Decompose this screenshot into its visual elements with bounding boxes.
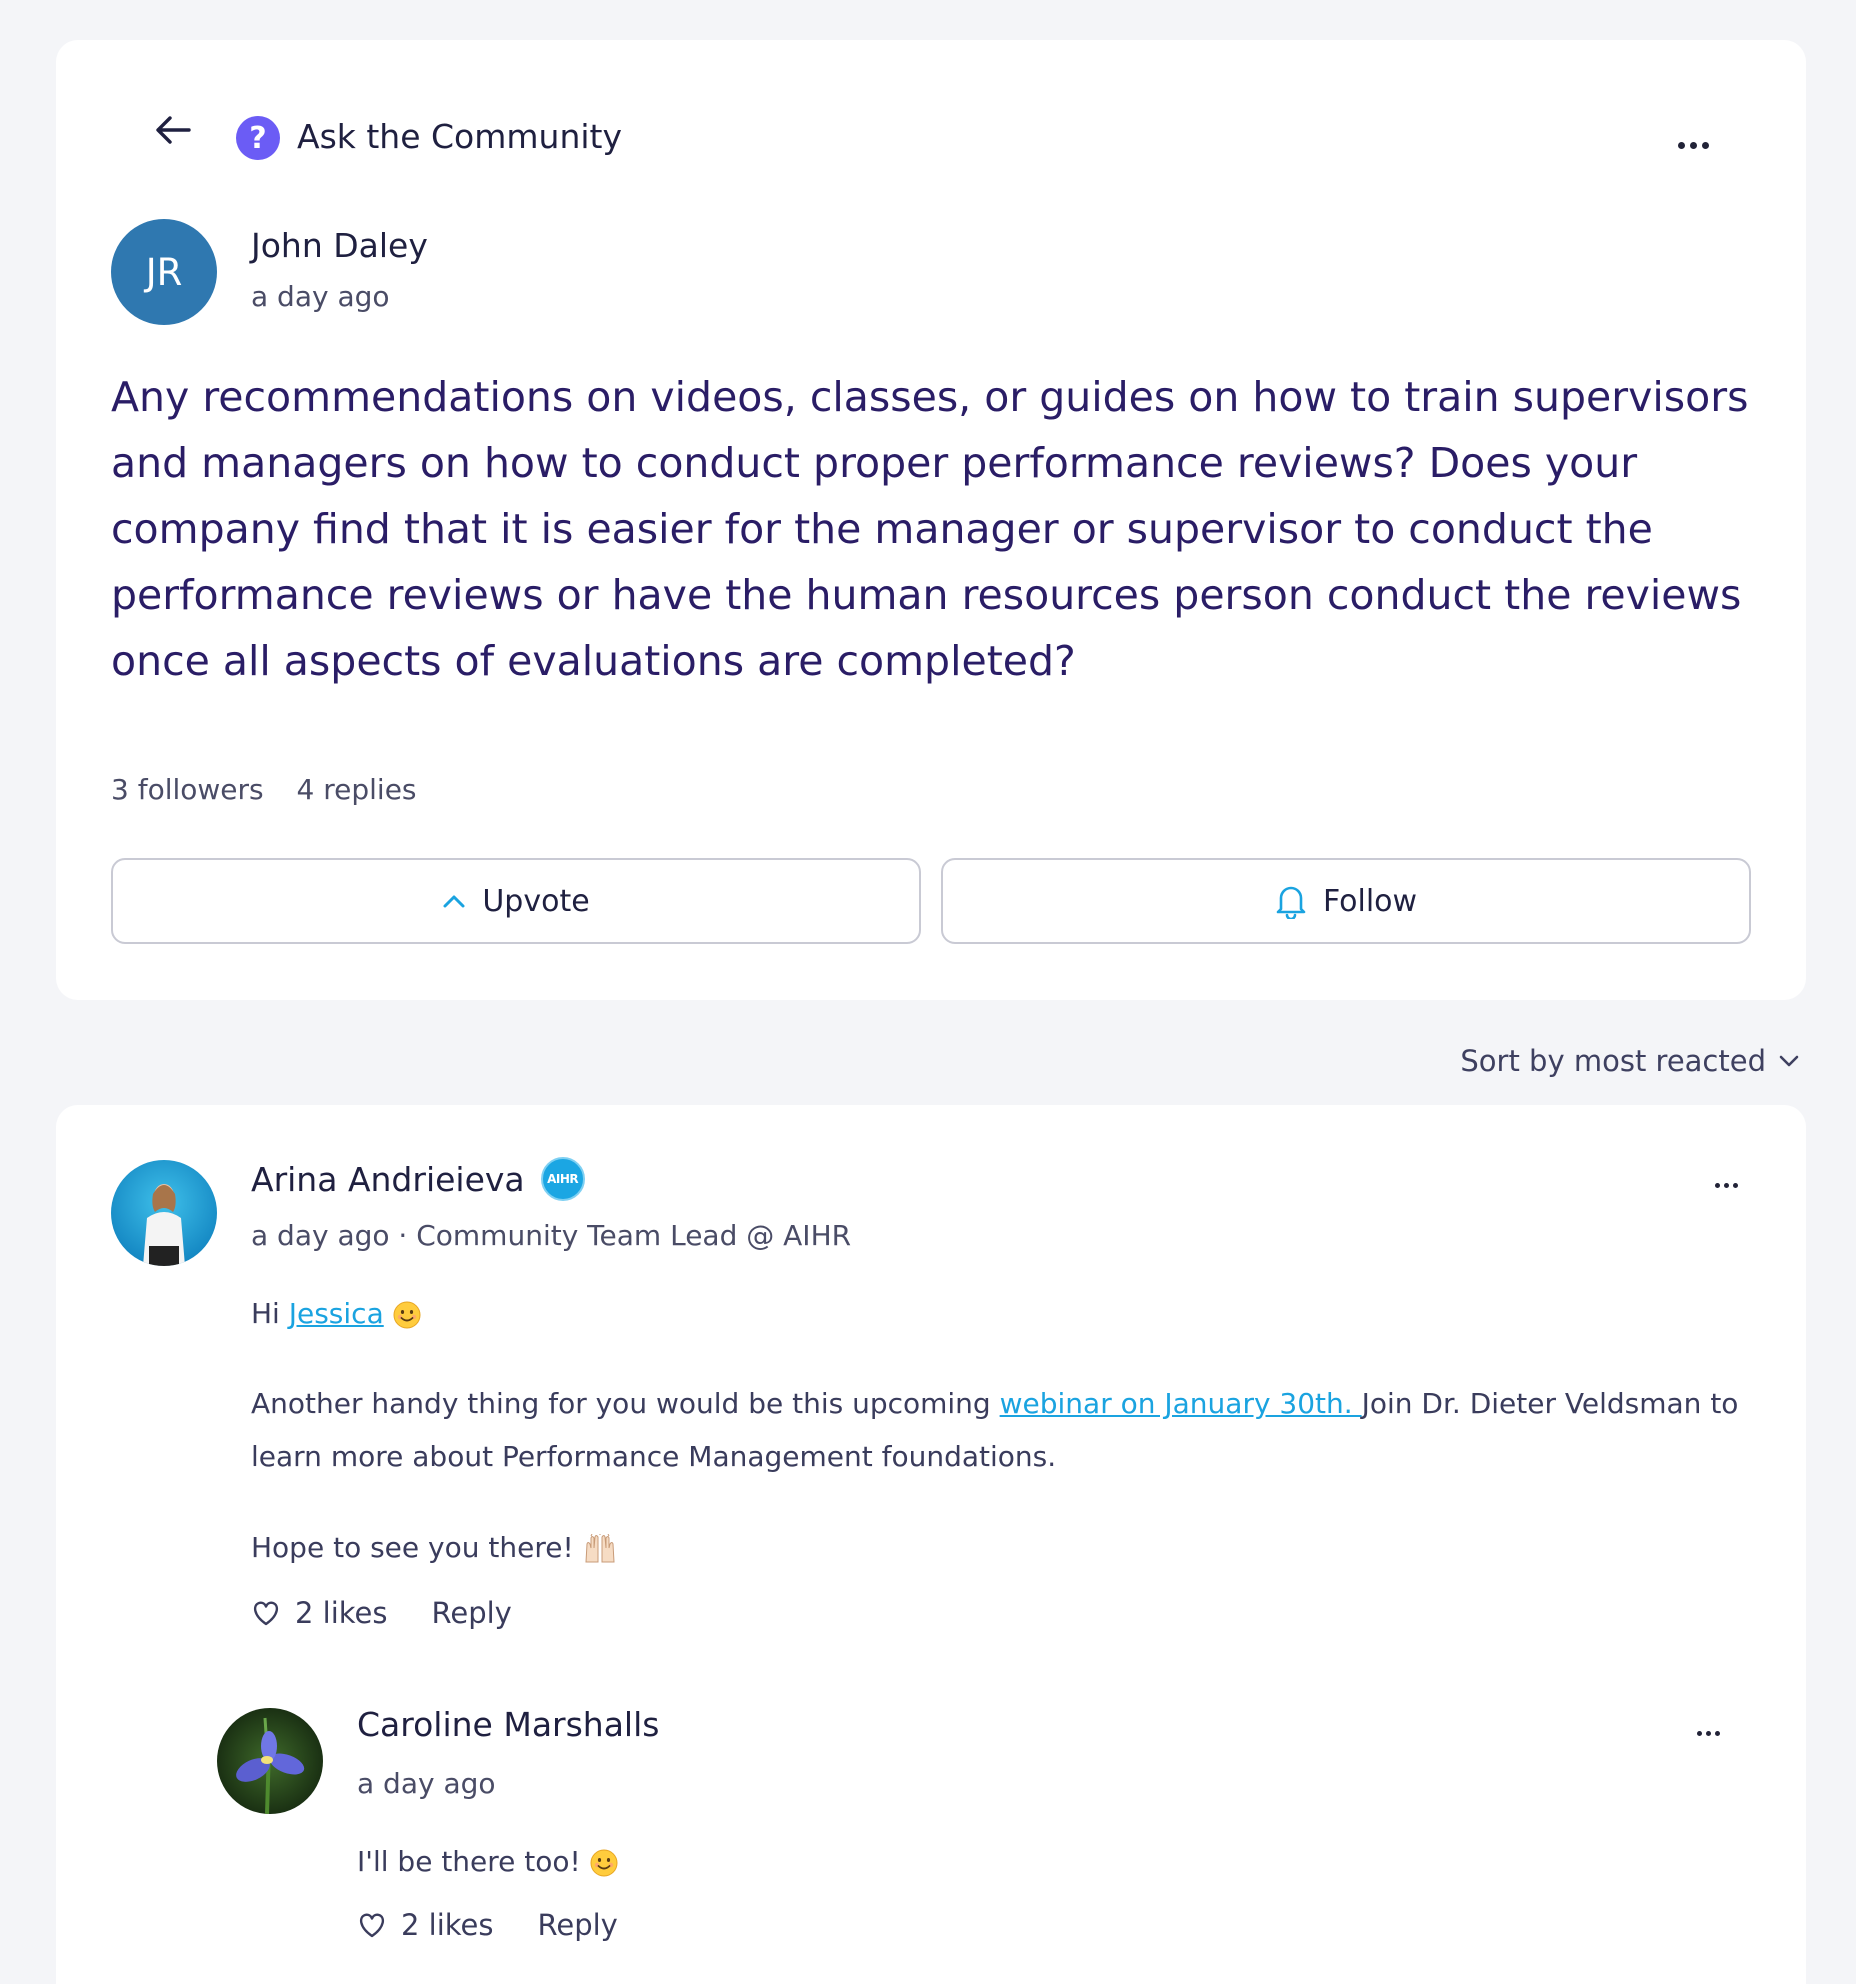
- comment-more-button[interactable]: [1688, 1721, 1728, 1745]
- comment-greeting: Hi Jessica: [251, 1287, 421, 1340]
- comment-paragraph: Another handy thing for you would be thi…: [251, 1377, 1751, 1483]
- more-horizontal-icon: [1696, 1730, 1702, 1736]
- follow-label: Follow: [1322, 883, 1418, 919]
- question-circle-icon: ?: [236, 116, 280, 160]
- like-button[interactable]: 2 likes: [357, 1908, 494, 1942]
- comment-body: I'll be there too!: [357, 1835, 618, 1888]
- more-horizontal-icon: [1714, 1182, 1720, 1188]
- webinar-link[interactable]: webinar on January 30th.: [1000, 1387, 1362, 1420]
- more-dot: [1705, 1730, 1711, 1736]
- like-count: 2 likes: [401, 1908, 494, 1942]
- comment-actions: 2 likes Reply: [357, 1908, 618, 1942]
- page-title: Ask the Community: [297, 117, 623, 156]
- chevron-down-icon: [1779, 1055, 1799, 1067]
- post-stats: 3 followers 4 replies: [111, 773, 441, 806]
- comment-header: Arina Andrieieva AIHR: [251, 1157, 585, 1201]
- comment-author[interactable]: Caroline Marshalls: [357, 1705, 659, 1744]
- greeting-text: Hi: [251, 1297, 289, 1330]
- back-button[interactable]: [137, 100, 209, 160]
- post-more-button[interactable]: [1666, 130, 1720, 160]
- more-dot: [1732, 1182, 1738, 1188]
- like-button[interactable]: 2 likes: [251, 1596, 388, 1630]
- paragraph-text: Another handy thing for you would be thi…: [251, 1387, 1000, 1420]
- more-horizontal-icon: [1677, 141, 1685, 149]
- smiling-face-icon: [590, 1849, 618, 1877]
- comment-meta: a day ago · Community Team Lead @ AIHR: [251, 1219, 852, 1252]
- sort-dropdown[interactable]: Sort by most reacted: [1460, 1044, 1800, 1078]
- avatar-photo: [217, 1708, 323, 1814]
- more-dot: [1689, 141, 1697, 149]
- more-dot: [1723, 1182, 1729, 1188]
- heart-icon: [253, 1601, 279, 1626]
- closing-text: Hope to see you there!: [251, 1531, 574, 1564]
- follow-button[interactable]: Follow: [941, 858, 1751, 944]
- post-author[interactable]: John Daley: [251, 226, 428, 265]
- post-time: a day ago: [251, 280, 390, 313]
- comment-text: I'll be there too!: [357, 1845, 581, 1878]
- aihr-badge-icon: AIHR: [540, 1157, 585, 1201]
- bell-icon: [1276, 886, 1306, 919]
- more-dot: [1701, 141, 1709, 149]
- comment-meta: a day ago: [357, 1767, 496, 1800]
- comment-closing: Hope to see you there!: [251, 1521, 617, 1574]
- comment-author[interactable]: Arina Andrieieva: [251, 1160, 525, 1199]
- avatar[interactable]: [217, 1708, 323, 1814]
- sort-label: Sort by most reacted: [1460, 1044, 1766, 1078]
- heart-icon: [359, 1913, 385, 1938]
- avatar-photo: [111, 1160, 217, 1266]
- comment-more-button[interactable]: [1706, 1173, 1746, 1197]
- mention-link[interactable]: Jessica: [289, 1297, 384, 1330]
- smiling-face-icon: [393, 1301, 421, 1329]
- reply-button[interactable]: Reply: [432, 1596, 512, 1630]
- question-card: ? Ask the Community JR John Daley a day …: [56, 40, 1806, 1000]
- raised-hands-icon: [585, 1534, 615, 1563]
- like-count: 2 likes: [295, 1596, 388, 1630]
- more-dot: [1714, 1730, 1720, 1736]
- comment-actions: 2 likes Reply: [251, 1596, 512, 1630]
- reply-button[interactable]: Reply: [538, 1908, 618, 1942]
- chevron-up-icon: [443, 895, 465, 908]
- upvote-button[interactable]: Upvote: [111, 858, 921, 944]
- question-text: Any recommendations on videos, classes, …: [111, 373, 1749, 685]
- arrow-left-icon: [156, 116, 191, 144]
- avatar[interactable]: [111, 1160, 217, 1266]
- avatar[interactable]: JR: [111, 219, 217, 325]
- upvote-label: Upvote: [482, 883, 590, 919]
- followers-count[interactable]: 3 followers: [111, 773, 264, 806]
- replies-count[interactable]: 4 replies: [297, 773, 417, 806]
- replies-card: Arina Andrieieva AIHR a day ago · Commun…: [56, 1105, 1806, 1984]
